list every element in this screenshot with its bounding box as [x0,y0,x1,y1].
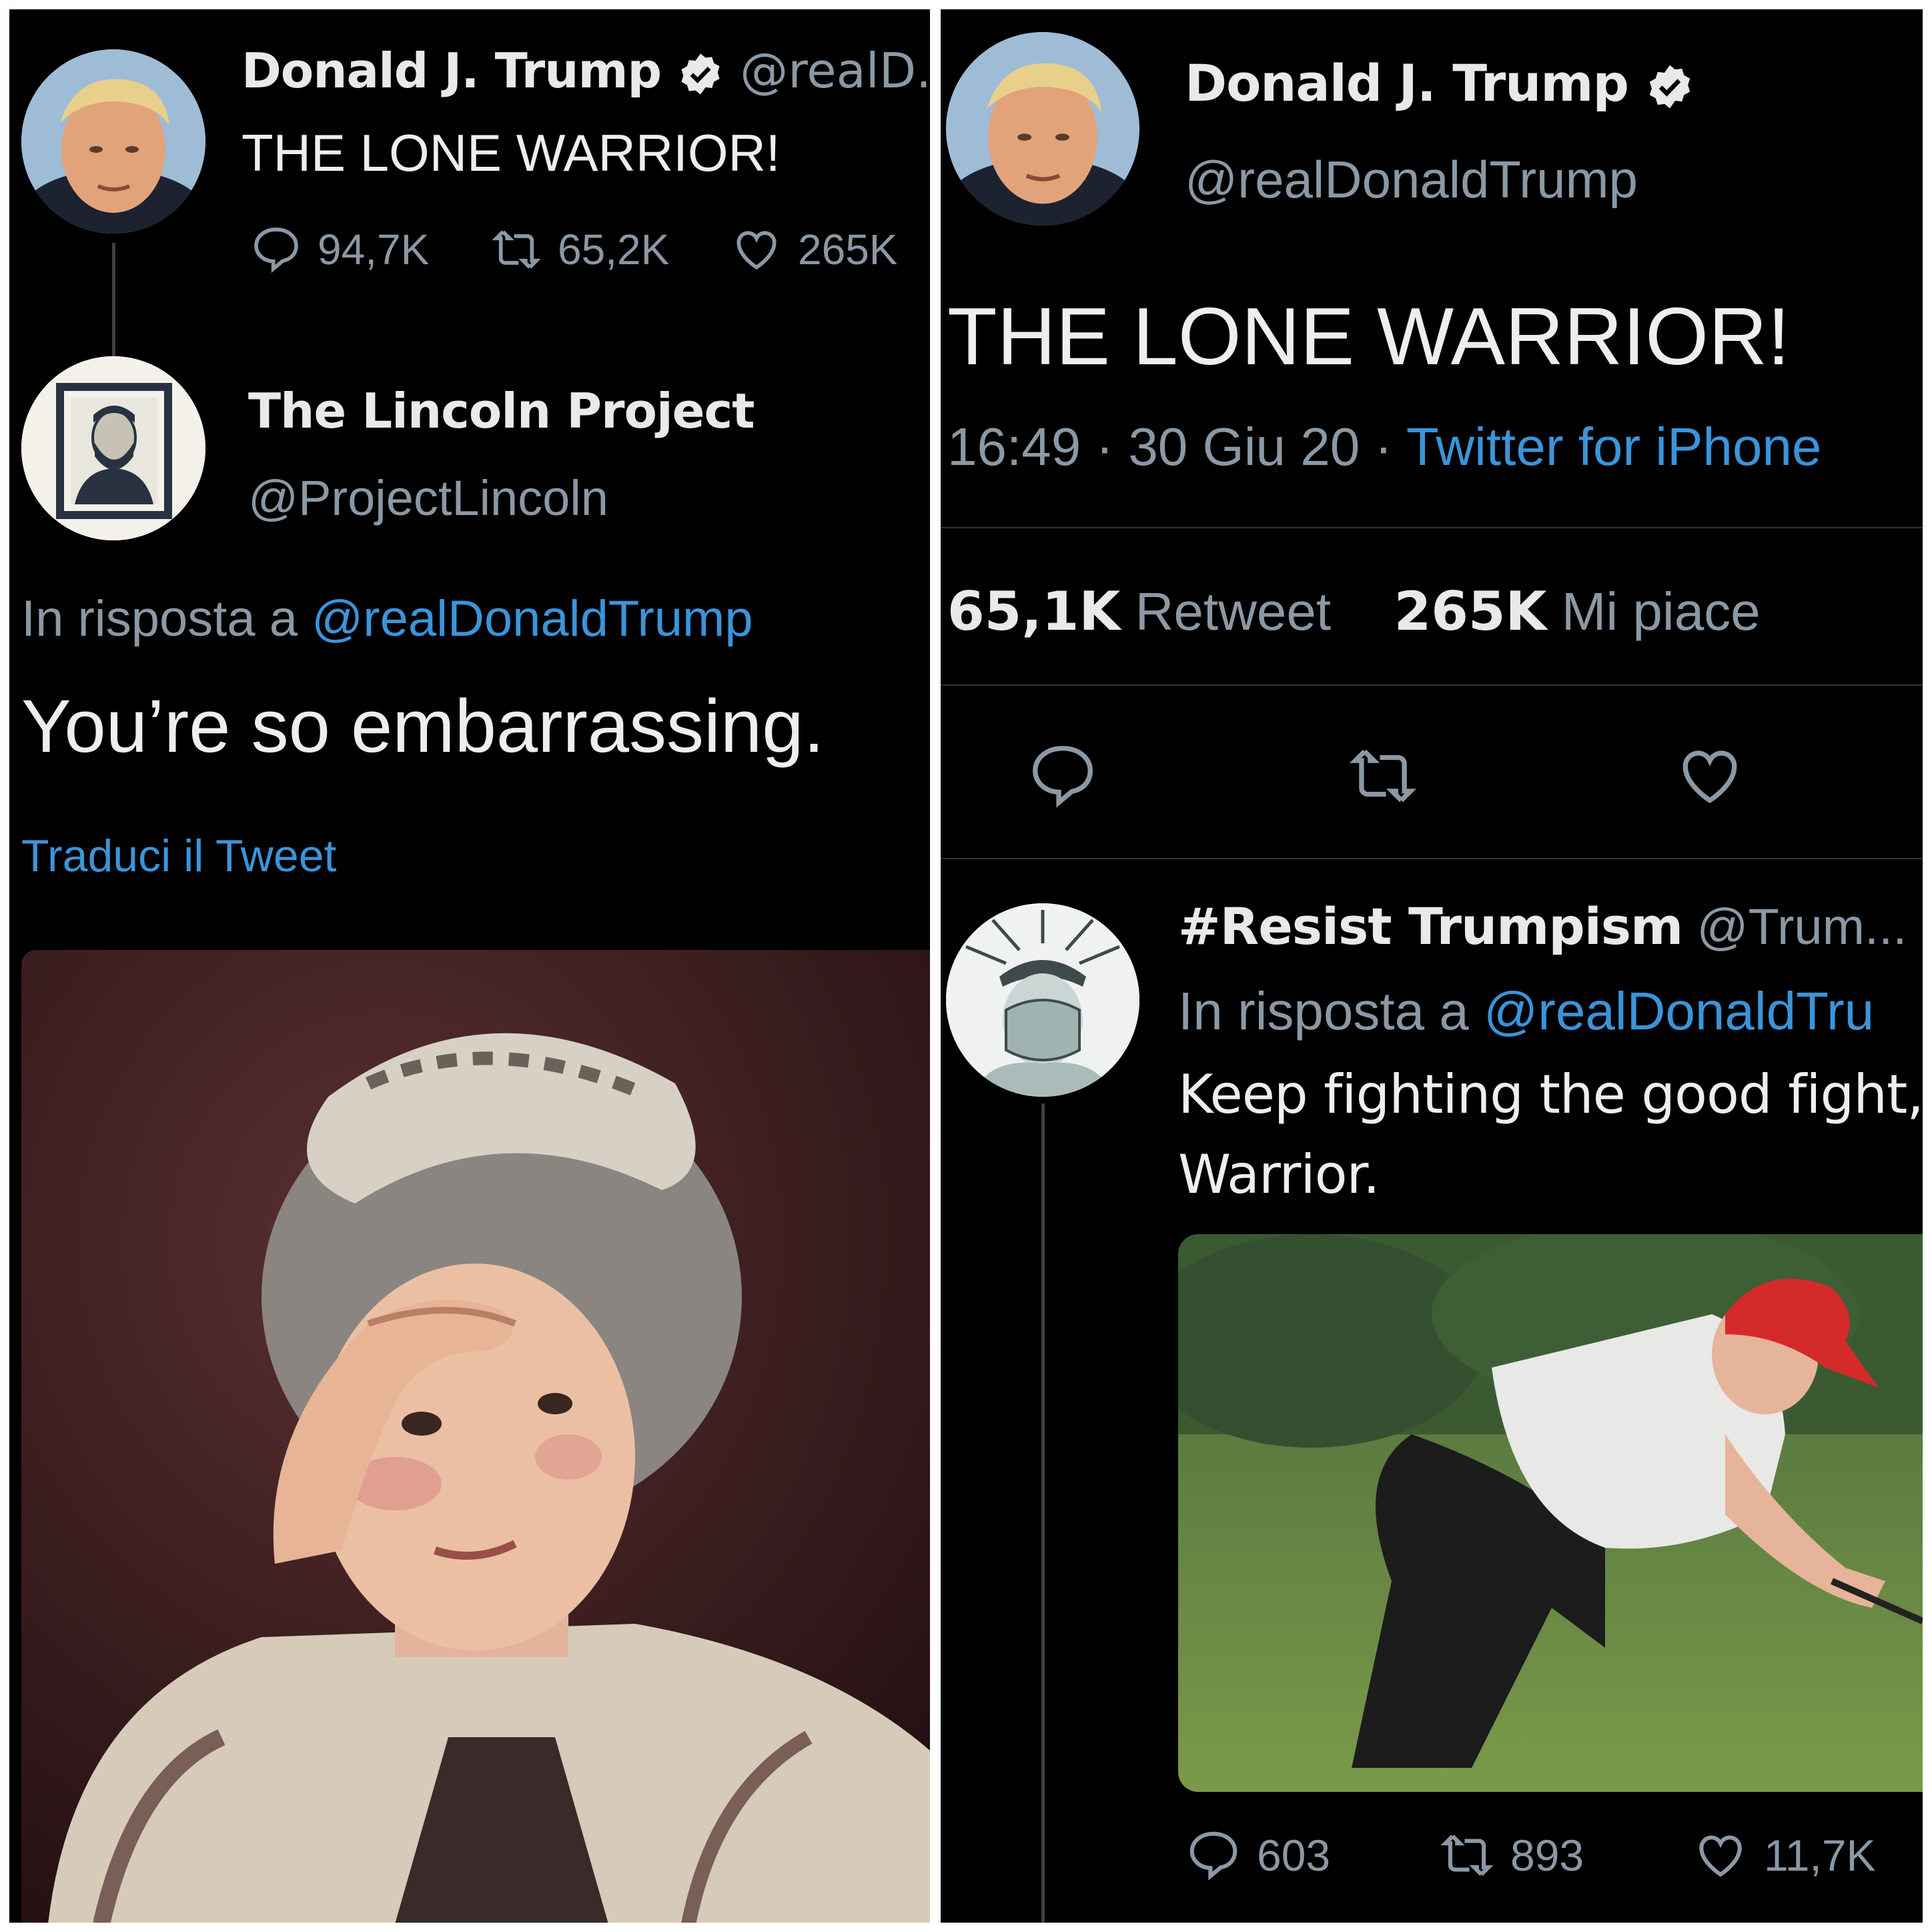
retweet-button[interactable] [1346,739,1420,813]
left-screenshot-panel: Donald J. Trump @realD.. THE LONE WARRIO… [9,9,930,1923]
lincoln-name[interactable]: The Lincoln Project [248,383,755,439]
like-total: 265K [1394,580,1547,642]
resist-retweet-count: 893 [1510,1831,1584,1880]
reply-photo[interactable] [1178,1234,1923,1792]
reply-count: 94,7K [318,225,430,274]
reply-icon [1033,746,1093,808]
verified-badge-icon [1645,62,1695,111]
verified-badge-icon [677,51,724,97]
like-button[interactable] [1673,739,1747,813]
resist-name: #Resist Trumpism [1178,897,1683,956]
resist-handle: @Trum... [1697,899,1907,955]
reply-tweet-text: You’re so embarrassing. [21,684,825,768]
like-icon [1682,751,1737,803]
lincoln-project-avatar[interactable] [21,356,205,540]
like-icon [730,223,783,276]
trump-name[interactable]: Donald J. Trump @realD.. [242,43,930,99]
tweet-date: 30 Giu 20 [1128,417,1360,476]
trump-avatar[interactable] [21,49,205,233]
main-tweet-text: THE LONE WARRIOR! [947,291,1791,382]
retweet-action[interactable]: 65,2K [490,223,669,276]
trump-handle: @realD.. [740,43,930,99]
resist-retweet-action[interactable]: 893 [1438,1827,1584,1884]
tweet-meta: 16:49 · 30 Giu 20 · Twitter for iPhone [947,417,1822,476]
reply-icon [1185,1827,1242,1884]
retweet-total: 65,1K [947,580,1121,642]
divider [941,527,1923,528]
like-icon [1692,1827,1749,1884]
reply-button[interactable] [1026,739,1099,813]
like-label[interactable]: Mi piace [1562,582,1761,641]
resist-in-reply-handle-link[interactable]: @realDonaldTru [1484,981,1874,1041]
trump-tweet-text: THE LONE WARRIOR! [242,123,781,182]
tweet-time: 16:49 [947,417,1081,476]
like-action[interactable]: 265K [730,223,897,276]
retweet-icon [490,223,543,276]
in-reply-handle-link[interactable]: @realDonaldTrump [312,590,753,647]
trump-name-large[interactable]: Donald J. Trump [1185,53,1695,113]
in-reply-to: In risposta a @realDonaldTrump [21,590,753,647]
resist-like-action[interactable]: 11,7K [1692,1827,1876,1884]
resist-reply-count: 603 [1257,1831,1331,1880]
right-screenshot-panel: Donald J. Trump @realDonaldTrump THE LON… [941,9,1923,1923]
translate-tweet-link[interactable]: Traduci il Tweet [21,830,336,882]
divider [941,858,1923,859]
reply-icon [250,223,303,276]
divider [941,684,1923,686]
retweet-icon [1438,1827,1496,1884]
retweet-count: 65,2K [558,225,670,274]
resist-header[interactable]: #Resist Trumpism @Trum... [1178,897,1907,956]
painting-image[interactable] [21,950,930,1923]
like-count: 265K [798,225,898,274]
trump-handle-large[interactable]: @realDonaldTrump [1185,149,1638,210]
thread-line [112,243,115,356]
resist-text-line1: Keep fighting the good fight, [1178,1063,1923,1125]
resist-in-reply-to: In risposta a @realDonaldTru [1178,981,1875,1041]
lincoln-handle[interactable]: @ProjectLincoln [248,470,608,526]
engagement-counts: 65,1K Retweet 265K Mi piace [947,580,1761,642]
tweet-source-link[interactable]: Twitter for iPhone [1406,417,1822,476]
reply-action[interactable]: 94,7K [250,223,429,276]
resist-text-line2: Warrior. [1178,1143,1380,1205]
thread-line [1041,1103,1045,1923]
resist-reply-action[interactable]: 603 [1185,1827,1330,1884]
trump-avatar-large[interactable] [946,32,1139,225]
retweet-icon [1349,749,1417,803]
resist-trumpism-avatar[interactable] [946,903,1139,1097]
resist-like-count: 11,7K [1764,1831,1876,1880]
retweet-label[interactable]: Retweet [1135,582,1331,641]
